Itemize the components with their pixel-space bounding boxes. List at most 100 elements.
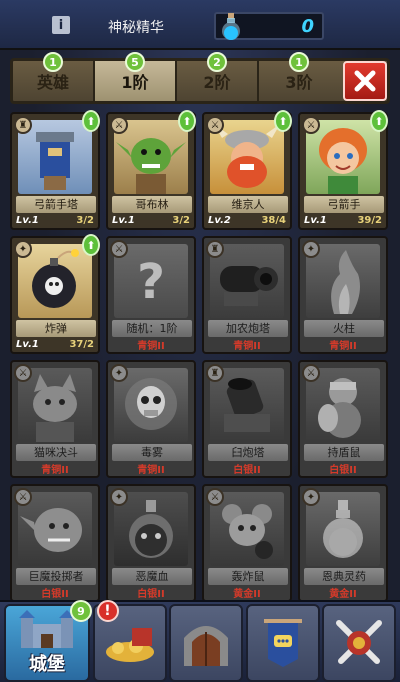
tab-hero[interactable]: 1 英雄 — [13, 52, 95, 101]
card-grace-elixir[interactable]: ✦ 恩典灵药 黄金II — [298, 484, 388, 602]
card-name: 加农炮塔 — [208, 320, 288, 337]
card-rank: 青铜II — [41, 464, 69, 476]
sword-type-icon: ⚔ — [302, 364, 320, 382]
card-rank: 青铜II — [233, 340, 261, 352]
nav-gate-button[interactable] — [169, 604, 243, 682]
essence-label: 神秘精华 — [108, 20, 164, 36]
card-footer: 白银II — [300, 460, 386, 476]
sword-type-icon: ⚔ — [14, 488, 32, 506]
card-name: 臼炮塔 — [208, 444, 288, 461]
nav-castle-button[interactable]: 9 城堡 — [4, 600, 92, 682]
card-bomber-rat[interactable]: ⚔ 轰炸鼠 黄金II — [202, 484, 292, 602]
gate-icon — [184, 626, 228, 666]
sword-type-icon: ⚔ — [206, 116, 224, 134]
tab-label: 英雄 — [36, 73, 69, 92]
card-viking[interactable]: ⚔ ⬆ 维京人 Lv.2 38/4 — [202, 110, 292, 230]
card-level: Lv.1 — [16, 214, 39, 226]
card-name: 维京人 — [208, 196, 288, 213]
card-random-tier1[interactable]: ? ⚔ 随机：1阶 青铜II — [106, 236, 196, 354]
card-footer: Lv.1 39/2 — [300, 212, 386, 228]
card-rank: 白银II — [137, 588, 165, 600]
card-goblin[interactable]: ⚔ ⬆ 哥布林 Lv.1 3/2 — [106, 110, 196, 230]
card-footer: Lv.1 3/2 — [108, 212, 194, 228]
tab-tier-1[interactable]: 5 1阶 — [95, 52, 177, 101]
card-progress: 3/2 — [172, 214, 190, 226]
card-footer: 青铜II — [300, 336, 386, 352]
nav-banner-button[interactable] — [245, 604, 320, 682]
card-cannon-tower[interactable]: ♜ 加农炮塔 青铜II — [202, 236, 292, 354]
card-mortar-tower[interactable]: ♜ 臼炮塔 白银II — [202, 360, 292, 478]
card-troll-thrower[interactable]: ⚔ 巨魔投掷者 白银II — [10, 484, 100, 602]
tab-label: 2阶 — [203, 73, 231, 92]
tab-badge: 5 — [125, 52, 145, 72]
tab-tier-2[interactable]: 2 2阶 — [177, 52, 259, 101]
nav-label: 城堡 — [29, 654, 65, 675]
sword-type-icon: ⚔ — [110, 116, 128, 134]
card-name: 恩典灵药 — [304, 568, 384, 585]
card-poison-fog[interactable]: ✦ 毒雾 青铜II — [106, 360, 196, 478]
card-footer: 白银II — [12, 584, 98, 600]
card-bomb[interactable]: ✦ ⬆ 炸弹 Lv.1 37/2 — [10, 234, 100, 354]
spell-type-icon: ✦ — [302, 488, 320, 506]
tab-label: 3阶 — [285, 73, 313, 92]
essence-value: 0 — [301, 16, 314, 37]
card-rank: 白银II — [329, 464, 357, 476]
top-bar: i 神秘精华 0 — [0, 0, 400, 50]
tab-badge: 1 — [43, 52, 63, 72]
nav-badge: 9 — [70, 600, 92, 622]
info-button[interactable]: i — [52, 16, 70, 34]
spell-type-icon: ✦ — [110, 364, 128, 382]
card-level: Lv.1 — [16, 338, 39, 350]
card-demon-blood[interactable]: ✦ 恶魔血 白银II — [106, 484, 196, 602]
essence-counter: 0 — [214, 12, 324, 40]
card-fire-pillar[interactable]: ✦ 火柱 青铜II — [298, 236, 388, 354]
tier-tabs: 1 英雄 5 1阶 2 2阶 1 3阶 — [10, 52, 390, 104]
upgrade-arrow-icon: ⬆ — [82, 110, 100, 132]
close-button[interactable] — [343, 61, 387, 101]
card-name: 弓箭手塔 — [16, 196, 96, 213]
svg-text:?: ? — [137, 254, 165, 310]
tab-badge: 2 — [207, 52, 227, 72]
card-footer: 白银II — [204, 460, 290, 476]
card-footer: 青铜II — [108, 460, 194, 476]
card-cat-duel[interactable]: ⚔ 猫咪决斗 青铜II — [10, 360, 100, 478]
card-progress: 39/2 — [357, 214, 382, 226]
card-progress: 3/2 — [76, 214, 94, 226]
bottom-nav: 9 城堡 ! — [0, 600, 400, 682]
tab-label: 1阶 — [121, 73, 149, 92]
card-name: 持盾鼠 — [304, 444, 384, 461]
card-name: 猫咪决斗 — [16, 444, 96, 461]
card-name: 火柱 — [304, 320, 384, 337]
card-footer: Lv.1 37/2 — [12, 336, 98, 352]
card-footer: 白银II — [108, 584, 194, 600]
upgrade-arrow-icon: ⬆ — [274, 110, 292, 132]
upgrade-arrow-icon: ⬆ — [370, 110, 388, 132]
nav-treasure-button[interactable]: ! — [92, 600, 167, 682]
crossed-swords-icon — [336, 620, 382, 664]
card-rank: 黄金II — [233, 588, 261, 600]
card-rank: 白银II — [41, 588, 69, 600]
banner-chat-icon — [263, 619, 302, 667]
sword-type-icon: ⚔ — [302, 116, 320, 134]
potion-icon — [222, 13, 240, 40]
card-archer-tower[interactable]: ♜ ⬆ 弓箭手塔 Lv.1 3/2 — [10, 110, 100, 230]
card-footer: Lv.1 3/2 — [12, 212, 98, 228]
spell-type-icon: ✦ — [14, 240, 32, 258]
card-name: 炸弹 — [16, 320, 96, 337]
card-rank: 青铜II — [329, 340, 357, 352]
card-archer[interactable]: ⚔ ⬆ 弓箭手 Lv.1 39/2 — [298, 110, 388, 230]
tab-tier-3[interactable]: 1 3阶 — [259, 52, 339, 101]
card-rank: 黄金II — [329, 588, 357, 600]
close-icon — [354, 70, 376, 92]
card-grid: ♜ ⬆ 弓箭手塔 Lv.1 3/2 ⚔ ⬆ 哥布林 Lv.1 3/2 ⚔ ⬆ 维… — [10, 110, 390, 602]
card-progress: 38/4 — [261, 214, 286, 226]
card-footer: Lv.2 38/4 — [204, 212, 290, 228]
card-name: 哥布林 — [112, 196, 192, 213]
card-name: 毒雾 — [112, 444, 192, 461]
card-level: Lv.1 — [112, 214, 135, 226]
tab-badge: 1 — [289, 52, 309, 72]
nav-battle-button[interactable] — [322, 604, 396, 682]
card-shield-rat[interactable]: ⚔ 持盾鼠 白银II — [298, 360, 388, 478]
upgrade-arrow-icon: ⬆ — [178, 110, 196, 132]
card-name: 弓箭手 — [304, 196, 384, 213]
